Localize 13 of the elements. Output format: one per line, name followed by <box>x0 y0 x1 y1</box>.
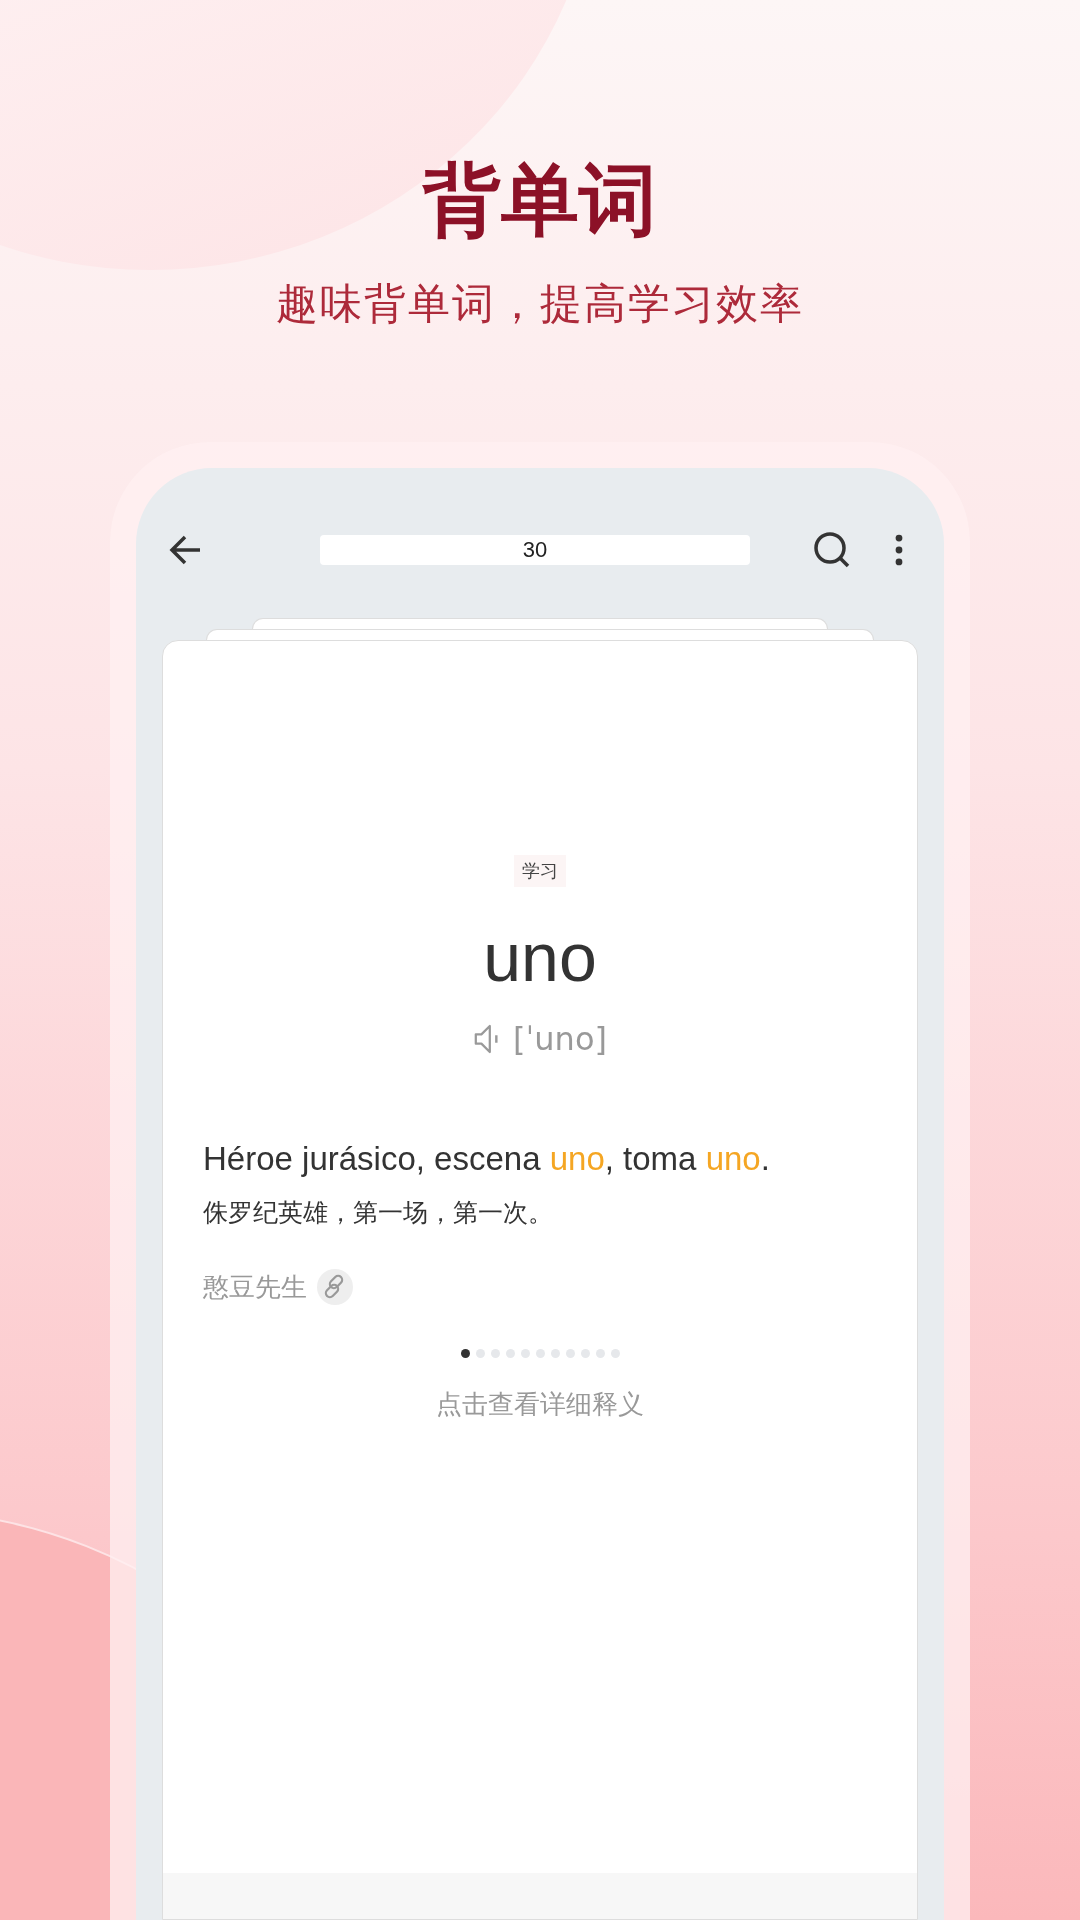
link-icon[interactable] <box>317 1269 353 1305</box>
headline-subtitle: 趣味背单词，提高学习效率 <box>276 278 804 330</box>
menu-icon[interactable] <box>894 533 904 567</box>
word-text: uno <box>483 918 597 997</box>
phonetic-text: [ˈuno] <box>513 1019 607 1059</box>
tag: 学习 <box>514 855 566 887</box>
title-field[interactable]: 30 <box>320 535 750 565</box>
author-name: 憨豆先生 <box>203 1271 307 1304</box>
word-card[interactable]: 学习 uno [ˈuno] Héroe jurásico, escena uno, toma uno. 侏罗纪英雄，第一场，第一次。 憨豆先生 点击查看详细释义 <box>162 640 918 1920</box>
search-icon[interactable] <box>812 530 852 570</box>
example-sentence: Héroe jurásico, escena uno, toma uno. <box>203 1139 771 1179</box>
translation-text: 侏罗纪英雄，第一场，第一次。 <box>203 1197 554 1229</box>
headline-title: 背单词 <box>423 154 657 247</box>
